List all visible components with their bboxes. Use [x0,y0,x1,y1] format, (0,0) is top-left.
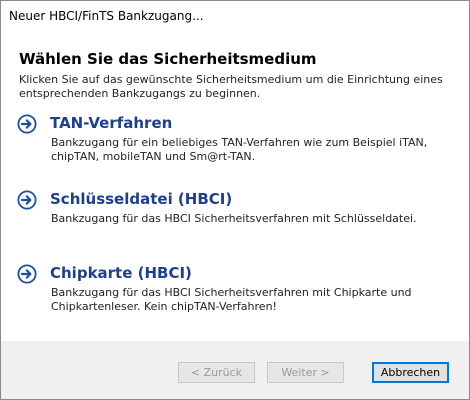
arrow-right-circle-icon [17,114,37,134]
title-bar[interactable]: Neuer HBCI/FinTS Bankzugang... [1,1,469,33]
option-title: TAN-Verfahren [50,114,173,132]
option-chipkarte[interactable]: Chipkarte (HBCI) Bankzugang für das HBCI… [13,264,453,319]
button-bar: < Zurück Weiter > Abbrechen [1,341,469,399]
wizard-content: Wählen Sie das Sicherheitsmedium Klicken… [1,33,469,341]
arrow-right-circle-icon [17,264,37,284]
option-title: Chipkarte (HBCI) [50,264,192,282]
cancel-button[interactable]: Abbrechen [372,362,449,383]
option-tan-verfahren[interactable]: TAN-Verfahren Bankzugang für ein beliebi… [13,114,453,164]
option-title: Schlüsseldatei (HBCI) [50,190,233,208]
window-title: Neuer HBCI/FinTS Bankzugang... [9,9,204,23]
page-subtitle: Klicken Sie auf das gewünschte Sicherhei… [19,73,443,100]
option-description: Bankzugang für das HBCI Sicherheitsverfa… [51,212,417,225]
wizard-dialog: Neuer HBCI/FinTS Bankzugang... Wählen Si… [0,0,470,400]
option-schluesseldatei[interactable]: Schlüsseldatei (HBCI) Bankzugang für das… [13,190,453,230]
page-title: Wählen Sie das Sicherheitsmedium [19,50,317,68]
option-description: Bankzugang für das HBCI Sicherheitsverfa… [51,286,412,313]
option-description: Bankzugang für ein beliebiges TAN-Verfah… [51,136,428,163]
next-button[interactable]: Weiter > [267,362,344,383]
back-button[interactable]: < Zurück [178,362,255,383]
arrow-right-circle-icon [17,190,37,210]
